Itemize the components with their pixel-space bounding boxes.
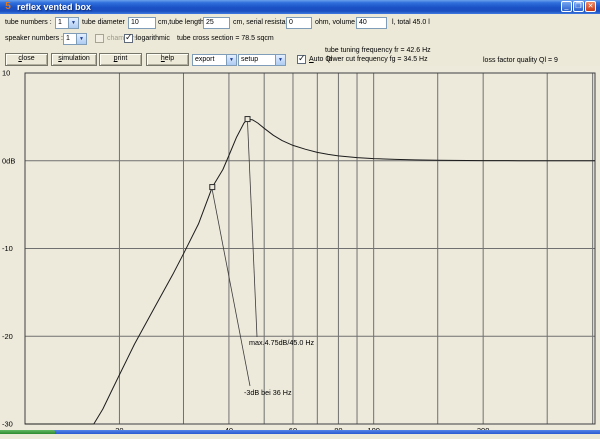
chevron-down-icon[interactable]: ▼ [226, 55, 236, 65]
minimize-button[interactable]: _ [561, 1, 572, 12]
window-title: reflex vented box [17, 1, 91, 13]
speaker-numbers-label: speaker numbers : [5, 32, 63, 45]
marker-annotation: -3dB bei 36 Hz [244, 388, 292, 397]
volume-input[interactable]: 40 [356, 17, 387, 29]
tube-diameter-input[interactable]: 10 [128, 17, 156, 29]
chambers-label: chambers [107, 32, 138, 45]
annotation-leader-line [248, 122, 257, 337]
control-panel: tube numbers : 1 ▼ tube diameter 10 cm,t… [0, 14, 600, 66]
response-curve [25, 119, 595, 424]
curve-marker [245, 117, 250, 122]
simulation-button[interactable]: simulation [51, 53, 97, 66]
grid-lines [25, 73, 595, 424]
checkmark-icon: ✓ [298, 53, 306, 63]
chevron-down-icon[interactable]: ▼ [76, 34, 86, 44]
tube-numbers-label: tube numbers : [5, 16, 52, 29]
taskbar[interactable] [0, 430, 600, 434]
checkmark-icon: ✓ [125, 32, 133, 42]
speaker-numbers-select[interactable]: 1 ▼ [63, 33, 87, 45]
auto-ql-checkbox[interactable]: ✓ [297, 55, 306, 64]
annotation-leader-line [212, 190, 250, 386]
y-tick-label: -10 [2, 244, 13, 253]
cutoff-frequency-text: lower cut frequency fg = 34.5 Hz [325, 55, 431, 64]
tube-length-label: cm,tube length: [158, 16, 206, 29]
tube-length-input[interactable]: 25 [203, 17, 230, 29]
y-axis-labels: 10 0dB -10 -20 -30 [2, 69, 15, 429]
logarithmic-checkbox[interactable]: ✓ [124, 34, 133, 43]
chart-svg: 20406080100200100dB-10-20-30max.4.75dB/4… [0, 66, 600, 434]
response-chart: 20406080100200100dB-10-20-30max.4.75dB/4… [0, 66, 600, 434]
tube-numbers-select[interactable]: 1 ▼ [55, 17, 79, 29]
y-tick-label: -30 [2, 420, 13, 429]
cross-section-label: tube cross section = 78.5 sqcm [177, 32, 274, 45]
start-button[interactable] [0, 430, 55, 434]
y-tick-label: 10 [2, 69, 10, 78]
print-button[interactable]: print [99, 53, 142, 66]
chevron-down-icon[interactable]: ▼ [68, 18, 78, 28]
frequency-info: tube tuning frequency fr = 42.6 Hz lower… [325, 46, 431, 64]
y-tick-label: 0dB [2, 156, 15, 165]
tuning-frequency-text: tube tuning frequency fr = 42.6 Hz [325, 46, 431, 55]
export-value: export [195, 55, 214, 65]
y-tick-label: -20 [2, 332, 13, 341]
reflex-vented-box-window: { "window": { "title": "reflex vented bo… [0, 0, 600, 434]
chevron-down-icon[interactable]: ▼ [275, 55, 285, 65]
setup-value: setup [241, 55, 258, 65]
setup-select[interactable]: setup ▼ [238, 54, 286, 66]
restore-button[interactable]: ❐ [573, 1, 584, 12]
serial-resistance-input[interactable]: 0 [286, 17, 312, 29]
auto-ql-label: Auto Ql [309, 53, 332, 66]
tube-numbers-value: 1 [58, 18, 62, 28]
export-select[interactable]: export ▼ [192, 54, 237, 66]
tube-diameter-label: tube diameter [82, 16, 125, 29]
total-volume-label: l, total 45.0 l [392, 16, 430, 29]
title-bar: 5 reflex vented box _ ❐ ✕ [0, 0, 600, 14]
close-button[interactable]: close [5, 53, 48, 66]
curve-marker [210, 185, 215, 190]
help-button[interactable]: help [146, 53, 189, 66]
marker-annotation: max.4.75dB/45.0 Hz [249, 338, 315, 347]
app-icon: 5 [3, 1, 13, 12]
speaker-numbers-value: 1 [66, 34, 70, 44]
chambers-checkbox[interactable] [95, 34, 104, 43]
close-window-button[interactable]: ✕ [585, 1, 596, 12]
volume-label: ohm, volume [315, 16, 355, 29]
logarithmic-label: logarithmic [136, 32, 170, 45]
